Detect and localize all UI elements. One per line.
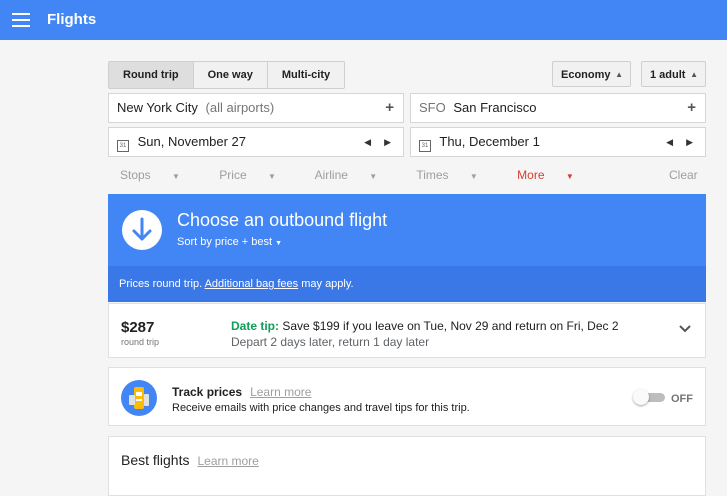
filter-label: More: [517, 168, 545, 182]
passengers-select[interactable]: 1 adult ▲: [641, 61, 706, 87]
bag-fees-link[interactable]: Additional bag fees: [205, 278, 299, 290]
select-arrows-icon: ▲: [690, 70, 698, 79]
arrow-down-icon: [122, 210, 162, 250]
banner-title: Choose an outbound flight: [177, 210, 388, 230]
trip-type-round-trip[interactable]: Round trip: [109, 62, 194, 88]
filter-label: Stops: [120, 168, 151, 182]
depart-date: Sun, November 27: [137, 134, 247, 149]
tip-price: $287: [121, 319, 155, 336]
filter-label: Times: [416, 168, 449, 182]
passengers-value: 1 adult: [650, 69, 686, 81]
filter-price[interactable]: Price ▼: [219, 168, 294, 182]
best-title-text: Best flights: [121, 452, 190, 468]
calendar-icon: 31: [117, 140, 129, 152]
date-tip-card[interactable]: $287 round trip Date tip: Save $199 if y…: [108, 303, 706, 358]
origin-city: New York City: [117, 100, 198, 115]
price-notice: Prices round trip. Additional bag fees m…: [108, 266, 706, 302]
chevron-left-icon[interactable]: ◀: [666, 128, 673, 156]
app-title: Flights: [47, 11, 97, 28]
destination-code: SFO: [419, 100, 446, 115]
caret-down-icon: ▼: [565, 172, 574, 181]
chevron-down-icon[interactable]: [677, 320, 693, 336]
sort-dropdown[interactable]: Sort by price + best ▼: [177, 236, 282, 248]
trip-type-one-way[interactable]: One way: [194, 62, 268, 88]
depart-date-input[interactable]: 31 Sun, November 27 ◀ ▶: [108, 127, 404, 157]
tip-label: Date tip:: [231, 319, 279, 333]
sort-label: Sort by price + best: [177, 236, 273, 248]
chevron-right-icon[interactable]: ▶: [384, 128, 391, 156]
filter-stops[interactable]: Stops ▼: [120, 168, 198, 182]
tip-price-sub: round trip: [121, 337, 160, 347]
best-learn-more-link[interactable]: Learn more: [197, 454, 258, 468]
calendar-icon: 31: [419, 140, 431, 152]
filter-times[interactable]: Times ▼: [416, 168, 496, 182]
destination-input[interactable]: SFO San Francisco +: [410, 93, 706, 123]
clear-filters-button[interactable]: Clear: [669, 168, 698, 182]
trip-type-selector: Round trip One way Multi-city: [108, 61, 346, 89]
plus-icon[interactable]: +: [385, 94, 394, 122]
best-flights-card: Best flights Learn more: [108, 436, 706, 496]
filter-airline[interactable]: Airline ▼: [315, 168, 396, 182]
select-arrows-icon: ▲: [615, 70, 623, 79]
destination-city: San Francisco: [453, 100, 537, 115]
best-flights-title: Best flights Learn more: [121, 452, 259, 468]
return-date: Thu, December 1: [439, 134, 540, 149]
caret-down-icon: ▼: [275, 240, 283, 247]
origin-suffix: (all airports): [205, 100, 275, 115]
track-title-text: Track prices: [172, 385, 243, 399]
filter-label: Price: [219, 168, 247, 182]
outbound-banner: Choose an outbound flight Sort by price …: [108, 194, 706, 266]
trip-type-multi-city[interactable]: Multi-city: [268, 62, 344, 88]
plus-icon[interactable]: +: [687, 94, 696, 122]
return-date-input[interactable]: 31 Thu, December 1 ◀ ▶: [410, 127, 706, 157]
chevron-right-icon[interactable]: ▶: [686, 128, 693, 156]
caret-down-icon: ▼: [469, 172, 478, 181]
price-tracking-icon: [121, 380, 157, 416]
caret-down-icon: ▼: [369, 172, 378, 181]
track-prices-title: Track prices Learn more: [172, 385, 311, 399]
toggle-state-label: OFF: [671, 393, 693, 405]
app-bar: Flights: [0, 0, 727, 40]
origin-input[interactable]: New York City (all airports) +: [108, 93, 404, 123]
tip-text: Date tip: Save $199 if you leave on Tue,…: [231, 319, 619, 333]
chevron-left-icon[interactable]: ◀: [364, 128, 371, 156]
notice-prefix: Prices round trip.: [119, 278, 205, 290]
filter-bar: Stops ▼ Price ▼ Airline ▼ Times ▼ More ▼: [120, 168, 610, 182]
caret-down-icon: ▼: [172, 172, 180, 181]
track-prices-toggle[interactable]: [633, 389, 667, 405]
filter-label: Airline: [314, 168, 348, 182]
toggle-knob: [633, 389, 649, 405]
tip-subtext: Depart 2 days later, return 1 day later: [231, 335, 430, 349]
cabin-class-value: Economy: [561, 69, 611, 81]
caret-down-icon: ▼: [267, 172, 276, 181]
tip-message: Save $199 if you leave on Tue, Nov 29 an…: [279, 319, 619, 333]
notice-suffix: may apply.: [298, 278, 354, 290]
filter-more[interactable]: More ▼: [517, 168, 592, 182]
cabin-class-select[interactable]: Economy ▲: [552, 61, 631, 87]
track-description: Receive emails with price changes and tr…: [172, 402, 470, 414]
track-learn-more-link[interactable]: Learn more: [250, 385, 311, 399]
track-prices-card: Track prices Learn more Receive emails wi…: [108, 367, 706, 426]
menu-icon[interactable]: [12, 13, 30, 27]
